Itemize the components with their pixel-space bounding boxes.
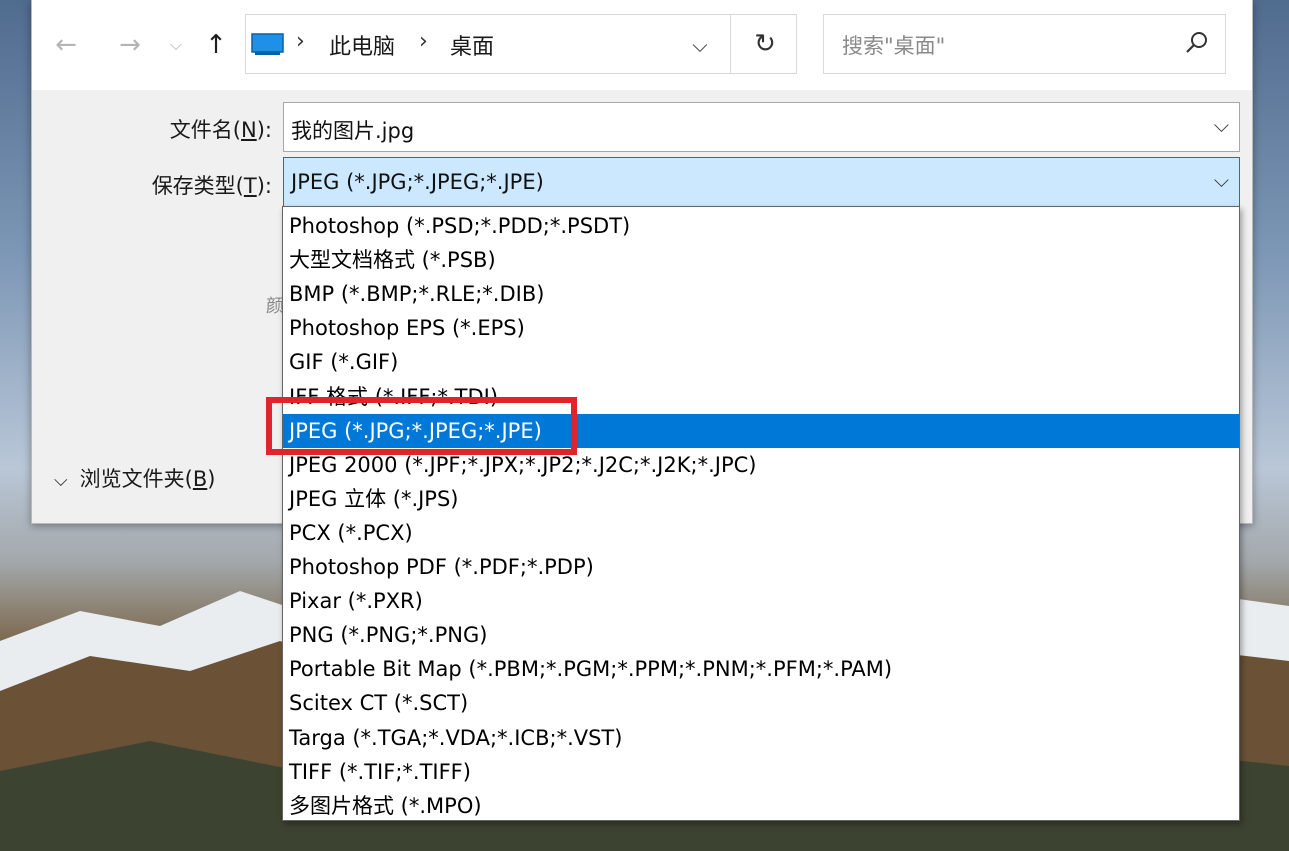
dropdown-option[interactable]: JPEG (*.JPG;*.JPEG;*.JPE) xyxy=(283,413,1239,448)
dropdown-option[interactable]: GIF (*.GIF) xyxy=(283,345,1239,379)
back-button[interactable]: ← xyxy=(50,28,82,62)
chevron-down-icon[interactable]: ⌵ xyxy=(1214,168,1229,192)
dropdown-option[interactable]: BMP (*.BMP;*.RLE;*.DIB) xyxy=(283,277,1239,311)
filename-field[interactable]: 我的图片.jpg ⌵ xyxy=(283,102,1240,152)
filename-label: 文件名(N): xyxy=(169,118,272,142)
dropdown-option[interactable]: TIFF (*.TIF;*.TIFF) xyxy=(283,755,1239,789)
navigation-bar: ← → ⌵ ↑ › 此电脑 › 桌面 ⌵ ↻ 搜索"桌面" xyxy=(32,0,1252,90)
breadcrumb-this-pc[interactable]: 此电脑 xyxy=(329,29,395,61)
dropdown-option[interactable]: IFF 格式 (*.IFF;*.TDI) xyxy=(283,380,1239,414)
search-icon xyxy=(1186,32,1207,53)
up-button[interactable]: ↑ xyxy=(200,28,232,62)
dropdown-option[interactable]: PNG (*.PNG;*.PNG) xyxy=(283,618,1239,652)
filetype-dropdown-list: Photoshop (*.PSD;*.PDD;*.PSDT) 大型文档格式 (*.… xyxy=(282,206,1240,821)
filename-value: 我的图片.jpg xyxy=(291,119,415,143)
dropdown-option[interactable]: Targa (*.TGA;*.VDA;*.ICB;*.VST) xyxy=(283,721,1239,755)
dropdown-option[interactable]: Scitex CT (*.SCT) xyxy=(283,686,1239,720)
dropdown-option[interactable]: PCX (*.PCX) xyxy=(283,516,1239,550)
address-bar[interactable]: › 此电脑 › 桌面 ⌵ ↻ xyxy=(245,14,797,74)
breadcrumb-separator: › xyxy=(296,29,305,54)
chevron-down-icon: ⌵ xyxy=(54,470,68,491)
chevron-down-icon: ⌵ xyxy=(169,35,183,54)
chevron-down-icon: ⌵ xyxy=(692,33,708,57)
refresh-icon: ↻ xyxy=(754,29,776,59)
dropdown-option[interactable]: 大型文档格式 (*.PSB) xyxy=(283,243,1239,277)
dropdown-option[interactable]: 多图片格式 (*.MPO) xyxy=(283,789,1239,823)
recent-locations-button[interactable]: ⌵ xyxy=(160,28,192,62)
filetype-label: 保存类型(T): xyxy=(151,174,272,198)
address-history-button[interactable]: ⌵ xyxy=(680,31,720,59)
search-placeholder: 搜索"桌面" xyxy=(842,34,946,58)
dropdown-option[interactable]: JPEG 2000 (*.JPF;*.JPX;*.JP2;*.J2C;*.J2K… xyxy=(283,448,1239,482)
search-input[interactable]: 搜索"桌面" xyxy=(823,14,1226,74)
dropdown-option[interactable]: Photoshop (*.PSD;*.PDD;*.PSDT) xyxy=(283,209,1239,243)
arrow-right-icon: → xyxy=(119,30,141,60)
filetype-select[interactable]: JPEG (*.JPG;*.JPEG;*.JPE) ⌵ xyxy=(283,157,1240,207)
refresh-button[interactable]: ↻ xyxy=(730,15,799,73)
arrow-up-icon: ↑ xyxy=(205,30,227,60)
browse-folders-toggle[interactable]: ⌵ 浏览文件夹(B) xyxy=(54,463,215,493)
dropdown-option[interactable]: Photoshop PDF (*.PDF;*.PDP) xyxy=(283,550,1239,584)
breadcrumb-separator: › xyxy=(419,29,428,54)
dropdown-option[interactable]: Photoshop EPS (*.EPS) xyxy=(283,311,1239,345)
arrow-left-icon: ← xyxy=(55,30,77,60)
chevron-down-icon[interactable]: ⌵ xyxy=(1214,113,1229,137)
breadcrumb-desktop[interactable]: 桌面 xyxy=(450,29,494,61)
this-pc-icon xyxy=(251,33,284,55)
dropdown-option[interactable]: Portable Bit Map (*.PBM;*.PGM;*.PPM;*.PN… xyxy=(283,652,1239,686)
dropdown-option[interactable]: Pixar (*.PXR) xyxy=(283,584,1239,618)
dropdown-option[interactable]: JPEG 立体 (*.JPS) xyxy=(283,482,1239,516)
forward-button[interactable]: → xyxy=(114,28,146,62)
filetype-value: JPEG (*.JPG;*.JPEG;*.JPE) xyxy=(291,170,544,194)
